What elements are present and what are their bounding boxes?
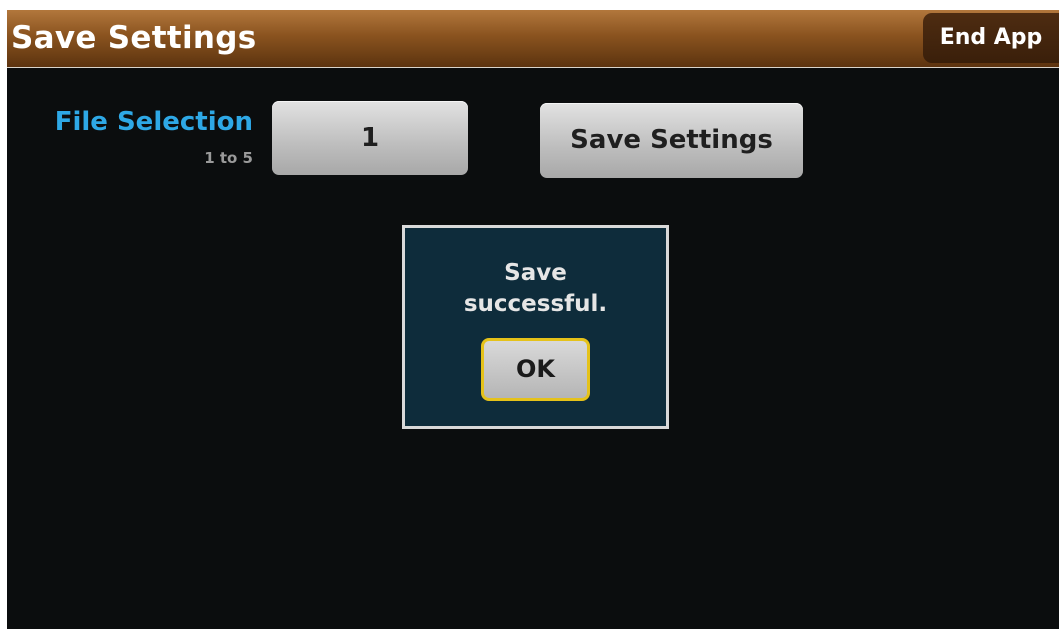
end-app-button[interactable]: End App <box>923 13 1059 63</box>
title-bar: Save Settings End App <box>7 10 1059 68</box>
save-success-dialog: Save successful. OK <box>402 225 669 429</box>
file-selection-label: File Selection <box>54 107 253 137</box>
page-title: Save Settings <box>11 20 257 56</box>
dialog-message: Save successful. <box>463 260 608 317</box>
app-screen: Save Settings End App File Selection 1 t… <box>7 10 1059 629</box>
file-selection-button[interactable]: 1 <box>272 101 468 175</box>
save-settings-button[interactable]: Save Settings <box>540 103 803 178</box>
file-selection-range: 1 to 5 <box>204 149 253 167</box>
ok-button[interactable]: OK <box>481 338 590 401</box>
